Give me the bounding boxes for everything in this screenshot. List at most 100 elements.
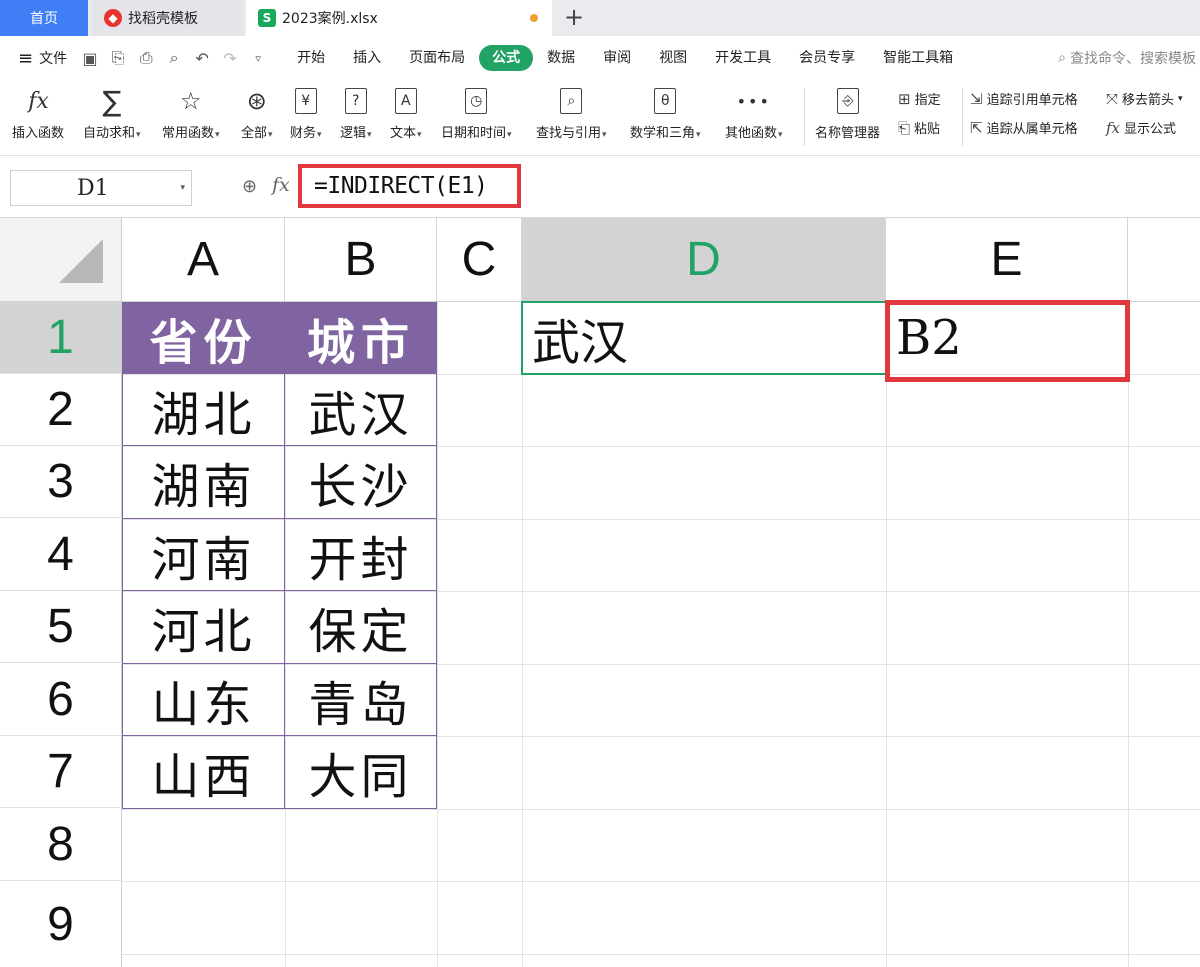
quick-access-toolbar: ▣ ⎘ ⎙ ⌕ ↶ ↷ ▿ — [81, 48, 267, 68]
row-header-2[interactable]: 2 — [0, 374, 122, 446]
cell-a4[interactable]: 河南 — [122, 519, 285, 591]
cell-b1[interactable]: 城市 — [285, 302, 437, 374]
tab-workbook[interactable]: S 2023案例.xlsx — [246, 0, 552, 36]
cell-a5[interactable]: 河北 — [122, 591, 285, 664]
menu-tab-member[interactable]: 会员专享 — [785, 45, 869, 71]
other-functions-button[interactable]: ••• 其他函数 — [725, 84, 783, 142]
cell-b5[interactable]: 保定 — [285, 591, 437, 664]
trace-precedents-label: 追踪引用单元格 — [986, 93, 1078, 108]
clock-icon: ◷ — [465, 88, 488, 114]
print-icon[interactable]: ⎙ — [137, 48, 155, 68]
text-functions-button[interactable]: A 文本 — [390, 84, 422, 141]
asterisk-circle-icon: ⊛ — [246, 87, 267, 115]
remove-arrows-button[interactable]: ⤧ 移去箭头 ▾ — [1106, 89, 1183, 109]
menu-tab-developer[interactable]: 开发工具 — [701, 45, 785, 71]
row-header-7[interactable]: 7 — [0, 736, 122, 808]
row-header-3[interactable]: 3 — [0, 446, 122, 518]
cell-b6[interactable]: 青岛 — [285, 664, 437, 736]
insert-function-button[interactable]: fx 插入函数 — [12, 84, 65, 142]
lookup-functions-button[interactable]: ⌕ 查找与引用 — [536, 84, 607, 141]
cell-b7[interactable]: 大同 — [285, 736, 437, 809]
chevron-down-icon[interactable]: ▾ — [180, 183, 185, 193]
save-icon[interactable]: ▣ — [81, 49, 99, 68]
undo-icon[interactable]: ↶ — [193, 49, 211, 68]
column-header-a[interactable]: A — [122, 218, 285, 302]
file-menu-button[interactable]: ≡ 文件 — [18, 48, 67, 69]
cell-a6[interactable]: 山东 — [122, 664, 285, 736]
assign-name-button[interactable]: ⊞ 指定 — [898, 89, 941, 109]
export-icon[interactable]: ⎘ — [109, 48, 127, 68]
column-header-e[interactable]: E — [886, 218, 1128, 302]
paste-name-button[interactable]: ⎗ 粘贴 — [898, 118, 940, 138]
grid-line — [437, 302, 438, 967]
row-header-9[interactable]: 9 — [0, 881, 122, 967]
command-search-placeholder: 查找命令、搜索模板 — [1070, 51, 1196, 67]
star-icon: ☆ — [180, 87, 202, 115]
menu-tab-smart-tools[interactable]: 智能工具箱 — [869, 45, 967, 71]
trace-precedents-icon: ⇲ — [970, 89, 983, 108]
table-grid-icon: ⊞ — [898, 89, 911, 108]
remove-arrows-icon: ⤧ — [1106, 89, 1119, 108]
tab-home-label: 首页 — [30, 11, 58, 27]
column-header-f[interactable] — [1128, 218, 1200, 302]
cell-a2[interactable]: 湖北 — [122, 374, 285, 446]
formula-bar: D1 ▾ ⊕ fx =INDIRECT(E1) — [0, 156, 1200, 218]
zoom-search-icon[interactable]: ⊕ — [242, 176, 257, 197]
row-header-8[interactable]: 8 — [0, 809, 122, 881]
menu-tab-formulas[interactable]: 公式 — [479, 45, 534, 71]
text-a-icon: A — [394, 88, 417, 114]
trace-precedents-button[interactable]: ⇲ 追踪引用单元格 — [970, 89, 1078, 109]
redo-icon[interactable]: ↷ — [221, 49, 239, 68]
trace-dependents-button[interactable]: ⇱ 追踪从属单元格 — [970, 118, 1078, 138]
row-header-6[interactable]: 6 — [0, 664, 122, 736]
tab-template[interactable]: ◆ 找稻壳模板 — [92, 0, 244, 36]
cell-b3[interactable]: 长沙 — [285, 446, 437, 519]
logic-functions-button[interactable]: ? 逻辑 — [340, 84, 372, 141]
fx-icon: fx — [28, 88, 49, 114]
menu-tab-insert[interactable]: 插入 — [339, 45, 395, 71]
more-dots-icon: ••• — [736, 91, 771, 111]
ribbon-divider — [962, 88, 963, 146]
cell-b4[interactable]: 开封 — [285, 519, 437, 591]
name-manager-button[interactable]: ⎆ 名称管理器 — [815, 84, 881, 141]
row-header-1[interactable]: 1 — [0, 302, 122, 374]
show-formulas-icon: fx — [1106, 118, 1121, 137]
hamburger-icon: ≡ — [18, 47, 34, 69]
datetime-functions-label: 日期和时间 — [441, 122, 512, 141]
autosum-button[interactable]: ∑ 自动求和 — [83, 84, 141, 142]
grid-line — [886, 302, 887, 967]
common-functions-button[interactable]: ☆ 常用函数 — [162, 84, 220, 141]
all-functions-button[interactable]: ⊛ 全部 — [241, 84, 273, 141]
menu-tab-data[interactable]: 数据 — [533, 45, 589, 71]
show-formulas-button[interactable]: fx 显示公式 — [1106, 118, 1176, 138]
row-header-4[interactable]: 4 — [0, 519, 122, 591]
spreadsheet-grid[interactable]: A B C D E 1 2 3 4 5 6 7 8 9 省份 城市 湖北 武汉 … — [0, 218, 1200, 967]
name-box[interactable]: D1 ▾ — [10, 170, 192, 206]
math-functions-button[interactable]: θ 数学和三角 — [630, 84, 701, 141]
grid-line — [522, 302, 523, 967]
command-search[interactable]: ⌕ 查找命令、搜索模板 — [1058, 48, 1196, 68]
menu-tab-review[interactable]: 审阅 — [589, 45, 645, 71]
menu-tab-home[interactable]: 开始 — [283, 45, 339, 71]
column-header-b[interactable]: B — [285, 218, 437, 302]
formula-input[interactable]: =INDIRECT(E1) — [298, 164, 521, 208]
cell-b2[interactable]: 武汉 — [285, 374, 437, 446]
cell-a1[interactable]: 省份 — [122, 302, 285, 374]
fx-icon[interactable]: fx — [272, 174, 290, 196]
print-preview-icon[interactable]: ⌕ — [165, 48, 183, 68]
menu-tab-page-layout[interactable]: 页面布局 — [395, 45, 479, 71]
tab-home[interactable]: 首页 — [0, 0, 88, 36]
all-functions-label: 全部 — [241, 122, 273, 141]
customize-dropdown-icon[interactable]: ▿ — [249, 52, 267, 65]
cell-a7[interactable]: 山西 — [122, 736, 285, 809]
text-functions-label: 文本 — [390, 122, 422, 141]
menu-tab-view[interactable]: 视图 — [645, 45, 701, 71]
select-all-corner[interactable] — [0, 218, 122, 302]
datetime-functions-button[interactable]: ◷ 日期和时间 — [441, 84, 512, 141]
new-tab-button[interactable]: + — [562, 4, 586, 30]
column-header-d[interactable]: D — [522, 218, 886, 302]
finance-functions-button[interactable]: ¥ 财务 — [290, 84, 322, 141]
column-header-c[interactable]: C — [437, 218, 522, 302]
cell-a3[interactable]: 湖南 — [122, 446, 285, 519]
row-header-5[interactable]: 5 — [0, 591, 122, 663]
